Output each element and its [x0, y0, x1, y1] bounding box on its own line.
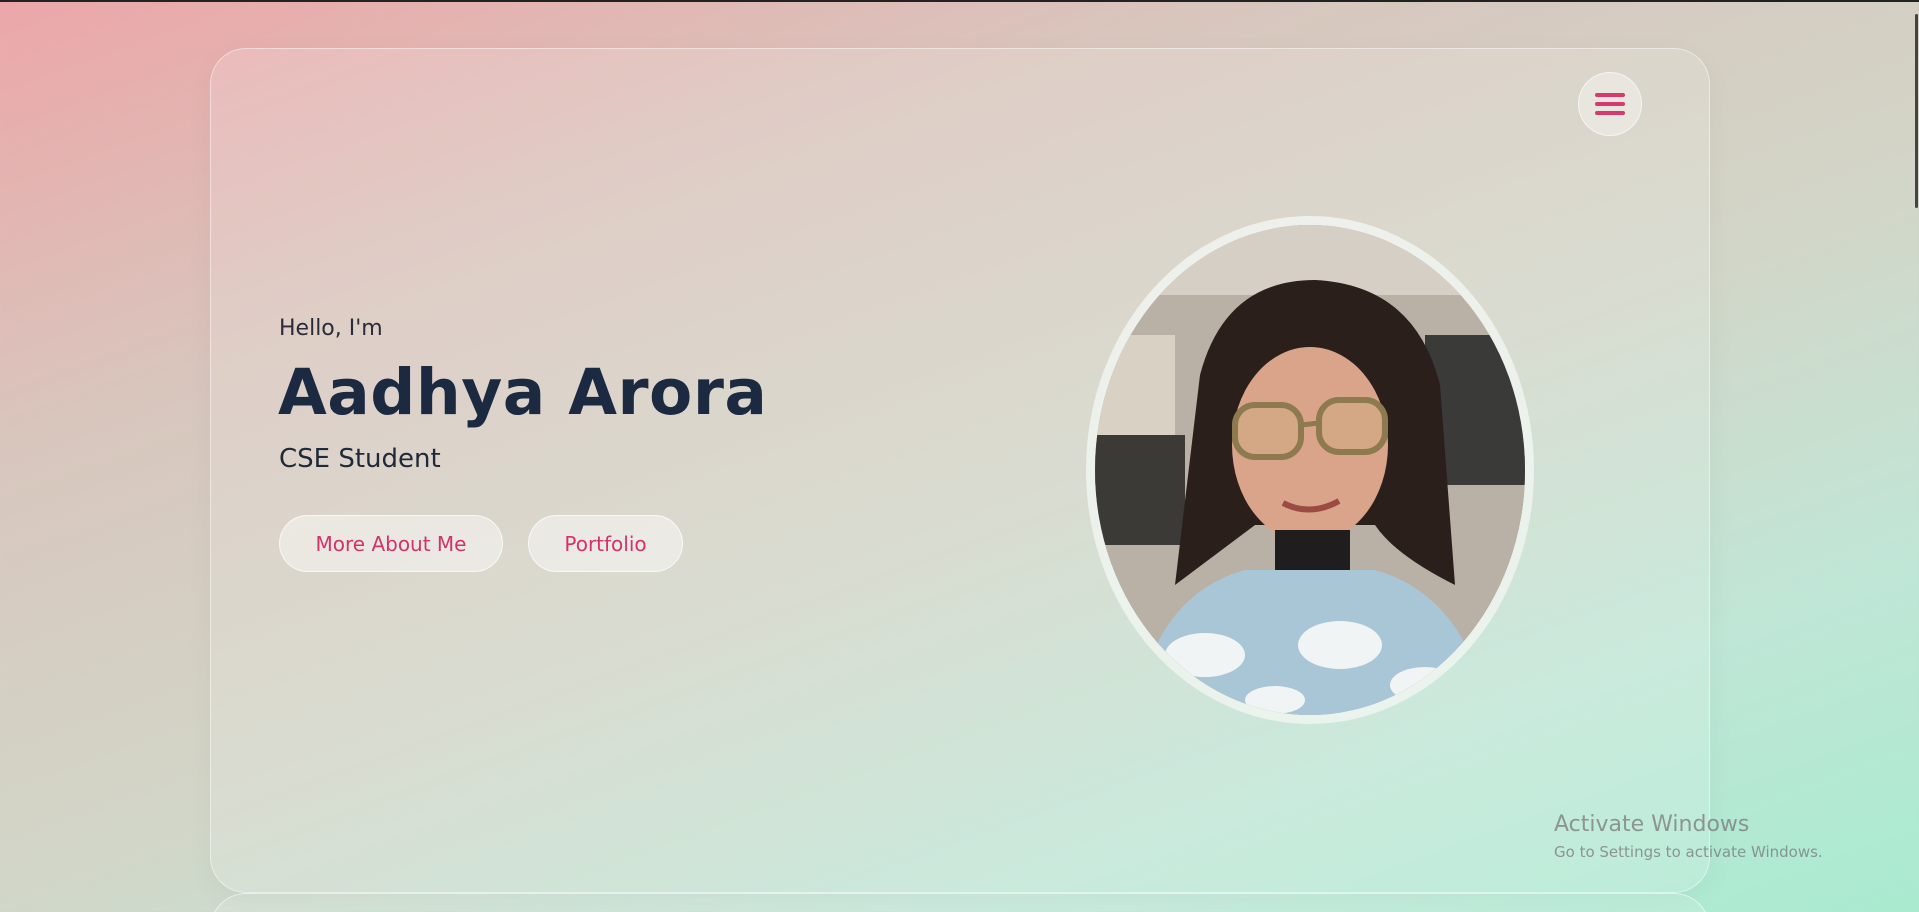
scrollbar-thumb[interactable] [1915, 14, 1918, 208]
more-about-me-button[interactable]: More About Me [279, 515, 503, 572]
windows-activation-watermark: Activate Windows Go to Settings to activ… [1554, 812, 1823, 861]
next-section-card [210, 893, 1710, 912]
portfolio-button[interactable]: Portfolio [528, 515, 683, 572]
profile-photo-illustration [1095, 225, 1525, 715]
profile-photo-frame [1086, 216, 1534, 724]
hero-greeting: Hello, I'm [279, 316, 383, 341]
hero-role: CSE Student [279, 444, 441, 474]
hamburger-menu-icon-bar [1595, 111, 1625, 115]
profile-photo [1095, 225, 1525, 715]
window-top-border [0, 0, 1919, 2]
page-scrollbar[interactable] [1913, 2, 1919, 910]
watermark-title: Activate Windows [1554, 812, 1750, 837]
watermark-subtitle: Go to Settings to activate Windows. [1554, 843, 1823, 861]
hero-name: Aadhya Arora [278, 356, 768, 429]
menu-button[interactable] [1578, 72, 1642, 136]
hamburger-menu-icon [1595, 93, 1625, 97]
hamburger-menu-icon-bar [1595, 102, 1625, 106]
